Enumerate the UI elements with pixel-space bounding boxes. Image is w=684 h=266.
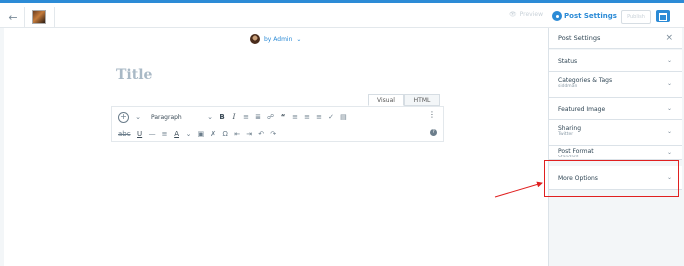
annotation-arrow bbox=[494, 181, 543, 198]
editor-app: ← 👁 Preview Post Settings Publish by Adm… bbox=[0, 0, 684, 266]
